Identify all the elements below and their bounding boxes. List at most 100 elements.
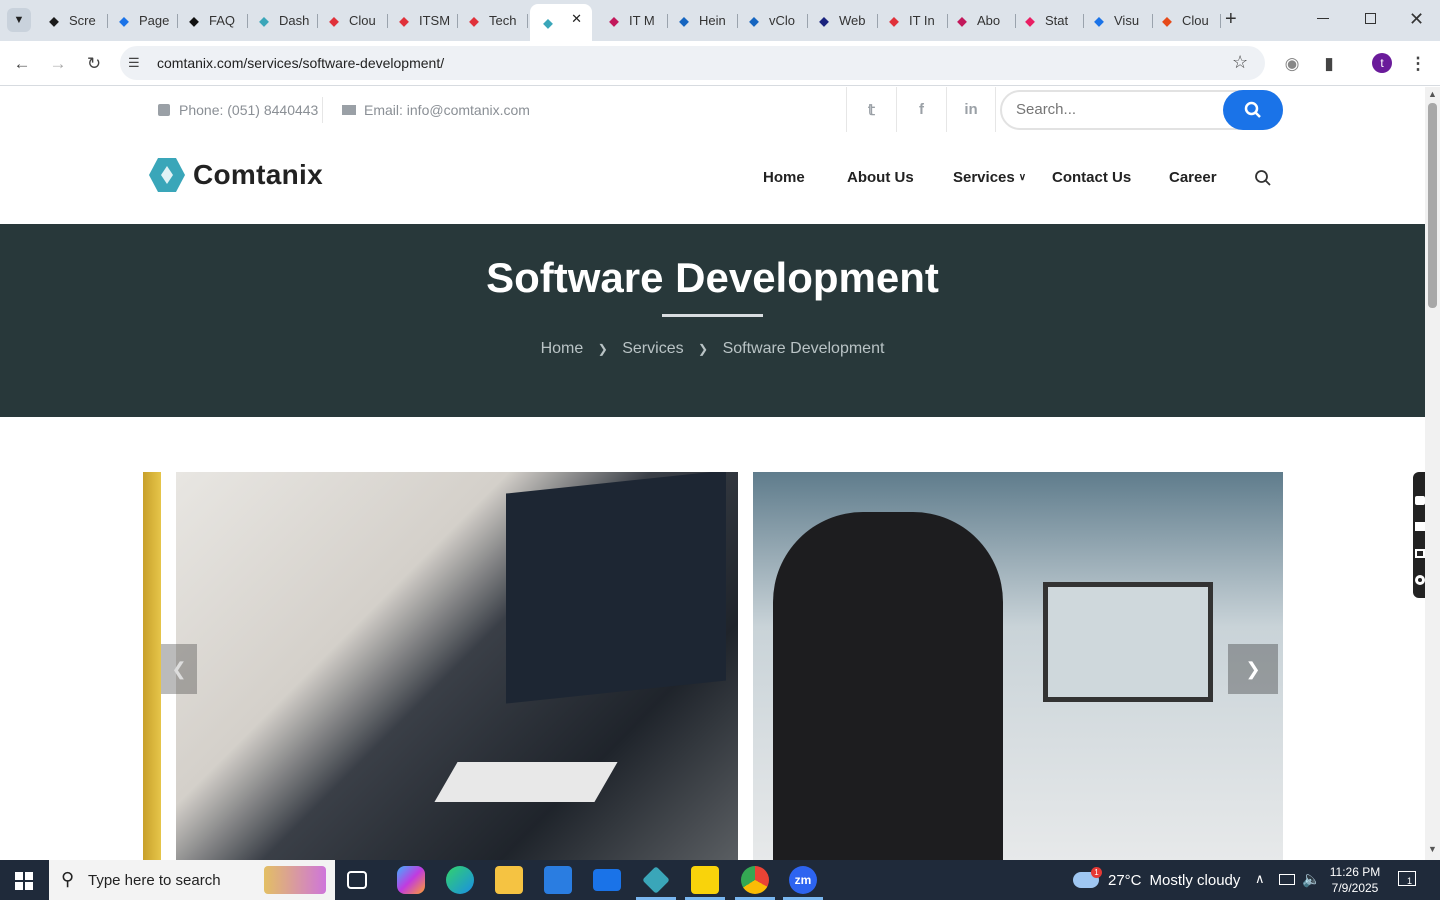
page-scrollbar[interactable]: ▲ ▼ [1425, 87, 1440, 860]
tab-separator [667, 14, 668, 28]
nav-about-us[interactable]: About Us [847, 169, 914, 186]
browser-tab[interactable]: ◆ Page [110, 6, 178, 35]
carousel-image-developers [176, 472, 738, 860]
tab-separator [317, 14, 318, 28]
twitter-icon[interactable]: 𝕥 [846, 87, 896, 132]
facebook-icon[interactable]: f [896, 87, 946, 132]
gear-icon[interactable] [1415, 575, 1425, 585]
openai-icon: ◆ [189, 13, 199, 28]
browser-tab[interactable]: ◆ vClo [740, 6, 808, 35]
site-info-icon[interactable]: ☰ [128, 55, 140, 71]
browser-tab[interactable]: ◆ Clou [320, 6, 388, 35]
bookmark-star-icon[interactable]: ☆ [1232, 52, 1248, 73]
camera-icon[interactable] [1415, 496, 1425, 505]
weather-widget[interactable]: 1 27°C Mostly cloudy [1073, 860, 1240, 900]
network-icon[interactable] [1279, 874, 1295, 885]
breadcrumb-home[interactable]: Home [541, 340, 584, 357]
carousel-next-button[interactable]: ❯ [1228, 644, 1278, 694]
nav-home[interactable]: Home [763, 169, 805, 186]
translate-icon[interactable]: ◉ [1281, 53, 1303, 75]
top-search-button[interactable] [1223, 90, 1283, 130]
forward-button[interactable]: → [47, 53, 69, 75]
reload-button[interactable]: ↻ [83, 53, 105, 75]
screen-capture-widget [1413, 472, 1425, 598]
browser-tab[interactable]: ◆ Web [810, 6, 878, 35]
volume-icon[interactable]: 🔈 [1302, 870, 1321, 888]
tab-separator [807, 14, 808, 28]
nav-contact-us[interactable]: Contact Us [1052, 169, 1131, 186]
tab-title: IT In [909, 13, 935, 28]
tab-title: FAQ [209, 13, 236, 28]
tab-title: Tech [489, 13, 517, 28]
search-highlight-image [264, 866, 326, 894]
tab-search-button[interactable]: ▼ [7, 8, 31, 32]
scroll-down-arrow[interactable]: ▼ [1428, 844, 1437, 854]
browser-tab[interactable]: ◆ IT M [600, 6, 668, 35]
windows-start-icon[interactable] [15, 872, 33, 890]
browser-tab[interactable]: ◆ Stat [1016, 6, 1084, 35]
scrollbar-thumb[interactable] [1428, 103, 1437, 308]
chevron-right-icon: ❯ [698, 342, 709, 356]
edge-icon[interactable] [446, 866, 474, 894]
browser-tab[interactable]: ◆ Tech [460, 6, 528, 35]
nav-career[interactable]: Career [1169, 169, 1217, 186]
back-button[interactable]: ← [11, 53, 33, 75]
browser-tab[interactable]: ◆ IT In [880, 6, 948, 35]
browser-tab[interactable]: ◆ FAQ [180, 6, 248, 35]
browser-toolbar: ← → ↻ ☰ comtanix.com/services/software-d… [0, 41, 1440, 86]
nav-search-icon[interactable] [1254, 169, 1272, 187]
nav-services[interactable]: Services ∨ [953, 169, 1026, 186]
browser-tab[interactable]: ◆ Scre [40, 6, 108, 35]
window-icon[interactable] [1415, 549, 1425, 558]
site-logo[interactable]: Comtanix [148, 157, 323, 193]
carousel-prev-button[interactable]: ❮ [161, 644, 197, 694]
url-text: comtanix.com/services/software-developme… [157, 55, 445, 71]
chrome-icon[interactable] [741, 866, 769, 894]
extensions-icon[interactable]: ▮ [1318, 53, 1340, 75]
taskbar-search-box[interactable]: ⚲ Type here to search [49, 860, 335, 900]
email-info[interactable]: Email: info@comtanix.com [342, 102, 530, 118]
tab-title: Visu [1114, 13, 1140, 28]
clock[interactable]: 11:26 PM 7/9/2025 [1326, 864, 1384, 896]
tray-chevron-up-icon[interactable]: ∧ [1255, 871, 1265, 887]
top-search-input[interactable] [1016, 101, 1206, 118]
browser-tab[interactable]: ◆ Dash [250, 6, 318, 35]
mail-icon[interactable] [593, 869, 621, 891]
diamond-icon: ◆ [399, 13, 409, 28]
file-explorer-icon[interactable] [495, 866, 523, 894]
browser-menu-icon[interactable]: ⋮ [1407, 53, 1429, 75]
minimize-button[interactable] [1317, 18, 1329, 19]
browser-tab[interactable]: ◆ Clou [1153, 6, 1221, 35]
browser-tab[interactable]: ◆ ✕ [530, 4, 592, 41]
profile-avatar[interactable]: t [1372, 53, 1392, 73]
linkedin-icon[interactable]: in [946, 87, 996, 132]
comtanix-app-icon[interactable] [642, 866, 670, 894]
close-window-button[interactable]: ✕ [1409, 9, 1424, 30]
browser-tab[interactable]: ◆ ITSM [390, 6, 458, 35]
tab-separator [1083, 14, 1084, 28]
browser-tab[interactable]: ◆ Visu [1085, 6, 1153, 35]
browser-tab[interactable]: ◆ Hein [670, 6, 738, 35]
sticky-notes-icon[interactable] [691, 866, 719, 894]
notification-icon[interactable]: 1 [1398, 871, 1416, 886]
magnifier-icon: ⚲ [61, 869, 75, 889]
weather-text: Mostly cloudy [1149, 871, 1241, 889]
close-tab-icon[interactable]: ✕ [571, 11, 582, 27]
phone-icon [158, 104, 170, 116]
restore-button[interactable] [1365, 13, 1376, 24]
search-icon [1244, 101, 1261, 118]
phone-info[interactable]: Phone: (051) 8440443 [158, 102, 318, 118]
address-bar[interactable]: ☰ comtanix.com/services/software-develop… [120, 46, 1265, 80]
tab-separator [177, 14, 178, 28]
zoom-icon[interactable]: zm [789, 866, 817, 894]
tab-separator [457, 14, 458, 28]
task-view-icon[interactable] [347, 871, 367, 889]
video-icon[interactable] [1415, 522, 1425, 531]
tab-title: Stat [1045, 13, 1069, 28]
new-tab-button[interactable]: + [1225, 8, 1245, 30]
store-icon[interactable] [544, 866, 572, 894]
breadcrumb-services[interactable]: Services [622, 340, 683, 357]
copilot-icon[interactable] [397, 866, 425, 894]
browser-tab[interactable]: ◆ Abo [948, 6, 1016, 35]
scroll-up-arrow[interactable]: ▲ [1428, 89, 1437, 99]
